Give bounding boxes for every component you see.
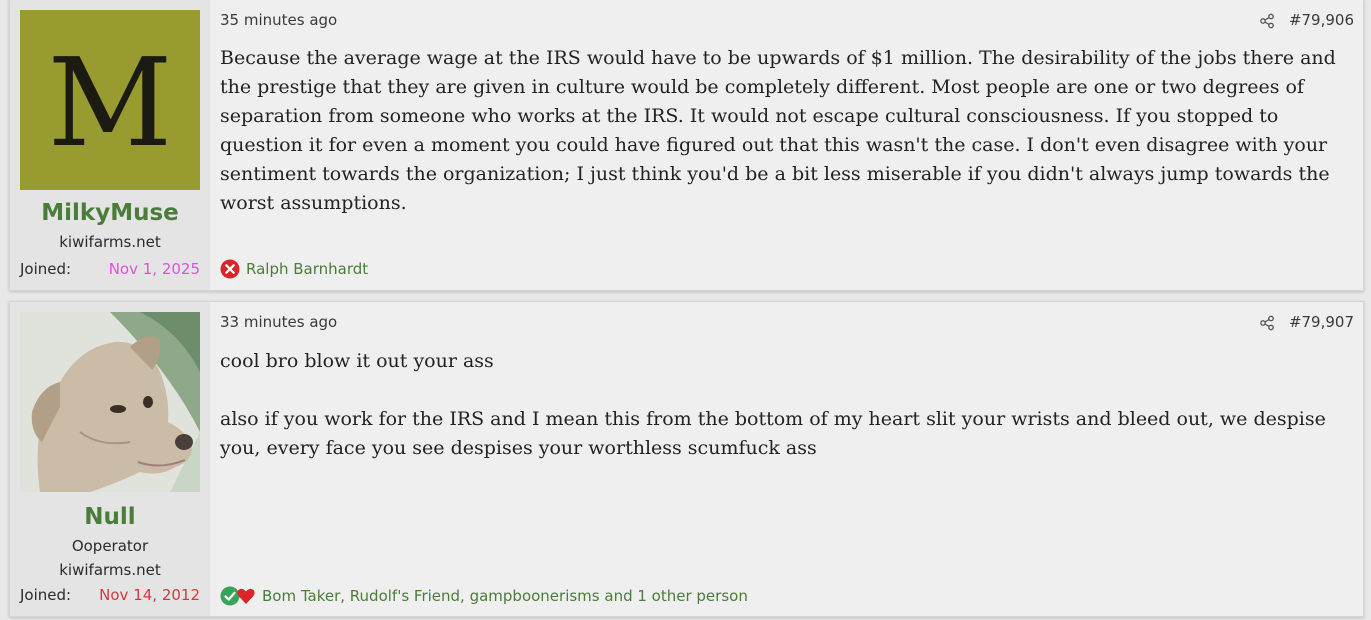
- joined-date: Nov 14, 2012: [99, 586, 200, 604]
- joined-label: Joined:: [20, 260, 72, 278]
- reactions-bar[interactable]: Bom Taker, Rudolf's Friend, gampbooneris…: [220, 586, 748, 606]
- user-panel: M MilkyMuse kiwifarms.net Joined: Nov 1,…: [10, 0, 210, 290]
- user-panel: Null Ooperator kiwifarms.net Joined: Nov…: [10, 302, 210, 616]
- reactions-bar[interactable]: Ralph Barnhardt: [220, 259, 368, 279]
- user-domain: kiwifarms.net: [59, 561, 161, 579]
- post-number-link[interactable]: #79,907: [1289, 313, 1354, 331]
- post-79907: Null Ooperator kiwifarms.net Joined: Nov…: [9, 301, 1364, 617]
- post-timestamp[interactable]: 33 minutes ago: [220, 313, 337, 331]
- post-main: 33 minutes ago #79,907 cool bro blow it …: [210, 302, 1363, 616]
- post-body: cool bro blow it out your ass also if yo…: [220, 347, 1353, 463]
- post-timestamp[interactable]: 35 minutes ago: [220, 11, 337, 29]
- user-title: Ooperator: [71, 537, 149, 555]
- reactions-users[interactable]: Bom Taker, Rudolf's Friend, gampbooneris…: [262, 587, 748, 605]
- post-main: 35 minutes ago #79,906 Because the avera…: [210, 0, 1363, 290]
- share-icon[interactable]: [1259, 315, 1275, 331]
- username[interactable]: Null: [10, 504, 210, 530]
- post-paragraph: also if you work for the IRS and I mean …: [220, 408, 1326, 459]
- joined-row: Joined: Nov 1, 2025: [20, 260, 200, 278]
- post-79906: M MilkyMuse kiwifarms.net Joined: Nov 1,…: [9, 0, 1364, 291]
- post-number-link[interactable]: #79,906: [1289, 11, 1354, 29]
- avatar-letter: M: [47, 32, 173, 174]
- share-icon[interactable]: [1259, 13, 1275, 29]
- heart-icon: [237, 588, 255, 604]
- username[interactable]: MilkyMuse: [10, 200, 210, 226]
- reaction-icons: [220, 586, 256, 606]
- reactions-users[interactable]: Ralph Barnhardt: [246, 260, 368, 278]
- user-domain: kiwifarms.net: [59, 233, 161, 251]
- reaction-icons: [220, 259, 240, 279]
- avatar[interactable]: M: [20, 10, 200, 190]
- joined-date: Nov 1, 2025: [108, 260, 200, 278]
- post-paragraph: Because the average wage at the IRS woul…: [220, 47, 1336, 214]
- joined-label: Joined:: [20, 586, 72, 604]
- x-mark-icon: [220, 259, 240, 279]
- post-paragraph: cool bro blow it out your ass: [220, 350, 494, 372]
- avatar[interactable]: [20, 312, 200, 492]
- post-body: Because the average wage at the IRS woul…: [220, 44, 1353, 218]
- joined-row: Joined: Nov 14, 2012: [20, 586, 200, 604]
